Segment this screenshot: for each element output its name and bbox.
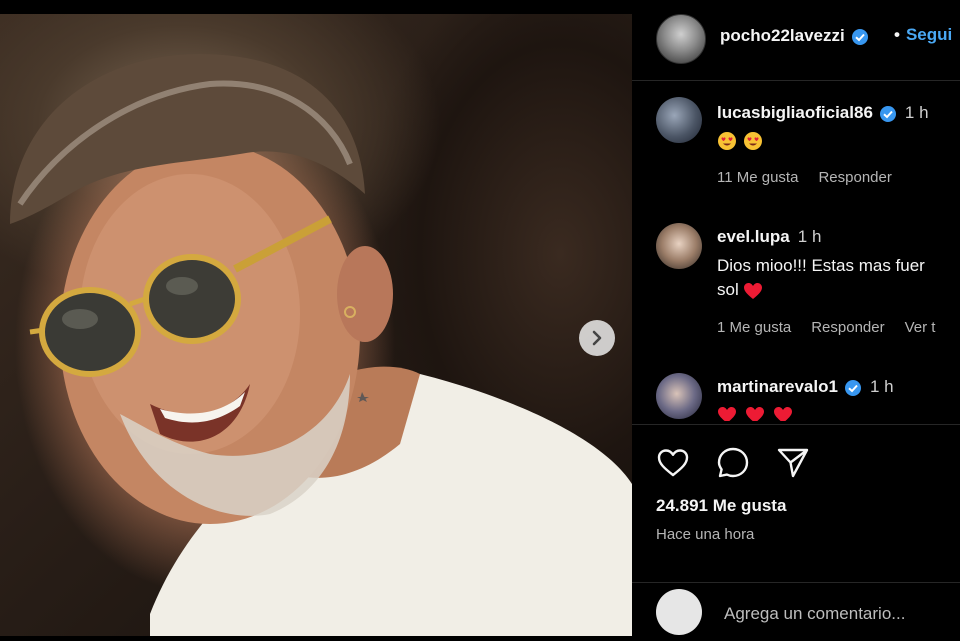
share-icon[interactable]	[774, 444, 812, 482]
comment-time: 1 h	[904, 103, 929, 122]
author-username[interactable]: pocho22lavezzi	[720, 26, 869, 46]
post-actions	[654, 444, 812, 480]
author-avatar[interactable]	[656, 14, 706, 64]
reply-link[interactable]: Responder	[818, 169, 891, 186]
post-sidebar: pocho22lavezzi • Segui lucasbigliaoficial…	[632, 0, 960, 640]
comment-text: Dios mioo!!! Estas mas fuer	[717, 256, 925, 275]
comment-icon[interactable]	[714, 444, 752, 482]
comment-time: 1 h	[869, 377, 894, 396]
post-header: pocho22lavezzi • Segui	[632, 14, 960, 81]
commenter-name[interactable]: martinarevalo1 1 h	[717, 377, 894, 397]
reply-link[interactable]: Responder	[811, 319, 884, 336]
heart-eyes-emoji	[744, 131, 762, 150]
comment-meta: 11 Me gusta Responder	[717, 169, 912, 186]
post-time: Hace una hora	[656, 526, 755, 543]
heart-eyes-emoji	[718, 131, 736, 150]
add-comment-input[interactable]	[722, 599, 956, 629]
red-heart-emoji	[746, 406, 764, 421]
verified-icon	[851, 28, 868, 45]
verified-icon	[879, 105, 896, 122]
follow-link[interactable]: • Segui	[894, 25, 952, 45]
actions-divider	[632, 424, 960, 425]
chevron-right-icon	[592, 330, 602, 346]
likes-count[interactable]: 24.891 Me gusta	[656, 496, 786, 516]
commenter-name[interactable]: lucasbigliaoficial86 1 h	[717, 103, 929, 123]
comment-likes[interactable]: 1 Me gusta	[717, 319, 791, 336]
comment-text	[717, 401, 801, 421]
current-user-avatar	[656, 589, 702, 635]
portrait-illustration	[10, 54, 632, 636]
red-heart-emoji	[718, 406, 736, 421]
next-photo-button[interactable]	[579, 320, 615, 356]
red-heart-emoji	[774, 406, 792, 421]
add-comment-bar	[632, 582, 960, 641]
post-photo	[0, 14, 632, 636]
view-replies-link[interactable]: Ver t	[905, 319, 936, 336]
follow-separator: •	[894, 25, 900, 44]
comment-time: 1 h	[797, 227, 822, 246]
commenter-avatar[interactable]	[656, 373, 702, 419]
verified-icon	[844, 379, 861, 396]
comments-list[interactable]: lucasbigliaoficial86 1 h 11 Me gusta Respo…	[632, 81, 960, 421]
comment-likes[interactable]: 11 Me gusta	[717, 169, 798, 186]
comment-meta: 1 Me gusta Responder Ver t	[717, 319, 955, 336]
author-username-text[interactable]: pocho22lavezzi	[720, 26, 845, 45]
comment-text	[717, 127, 769, 153]
red-heart-emoji	[743, 282, 762, 299]
heart-icon[interactable]	[654, 444, 692, 482]
commenter-avatar[interactable]	[656, 97, 702, 143]
commenter-avatar[interactable]	[656, 223, 702, 269]
follow-label[interactable]: Segui	[906, 25, 952, 44]
comment-text-line2: sol	[717, 277, 771, 303]
commenter-name[interactable]: evel.lupa 1 h	[717, 227, 821, 247]
